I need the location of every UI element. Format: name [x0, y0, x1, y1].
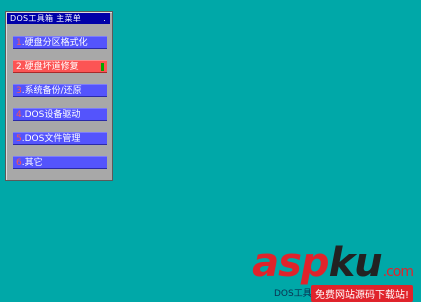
menu-item-label: .系统备份/还原	[21, 86, 82, 96]
menu-item-partition-format[interactable]: 1.硬盘分区格式化	[13, 36, 107, 49]
title-dot: .	[103, 14, 106, 23]
menu-item-file-management[interactable]: 5.DOS文件管理	[13, 132, 107, 145]
menu-item-label: .硬盘坏道修复	[21, 62, 79, 72]
menu-item-bad-sector-repair[interactable]: 2.硬盘坏道修复	[13, 60, 107, 73]
menu-item-label: .DOS文件管理	[21, 134, 81, 144]
main-menu-window: DOS工具箱 主菜单 . 1.硬盘分区格式化 2.硬盘坏道修复 3.系统备份/还…	[5, 11, 113, 181]
menu-item-label: .硬盘分区格式化	[21, 38, 88, 48]
text-cursor	[101, 63, 104, 71]
menu-item-label: .DOS设备驱动	[21, 110, 81, 120]
site-watermark: aspku.com 免费网站源码下载站!	[252, 243, 414, 302]
menu-item-other[interactable]: 6.其它	[13, 156, 107, 169]
menu-item-backup-restore[interactable]: 3.系统备份/还原	[13, 84, 107, 97]
watermark-caption: 免费网站源码下载站!	[310, 285, 413, 302]
menu-item-label: .其它	[21, 158, 43, 168]
menu-item-device-drivers[interactable]: 4.DOS设备驱动	[13, 108, 107, 121]
menu-title-bar: DOS工具箱 主菜单 .	[7, 13, 110, 24]
menu-title: DOS工具箱 主菜单	[10, 14, 82, 23]
